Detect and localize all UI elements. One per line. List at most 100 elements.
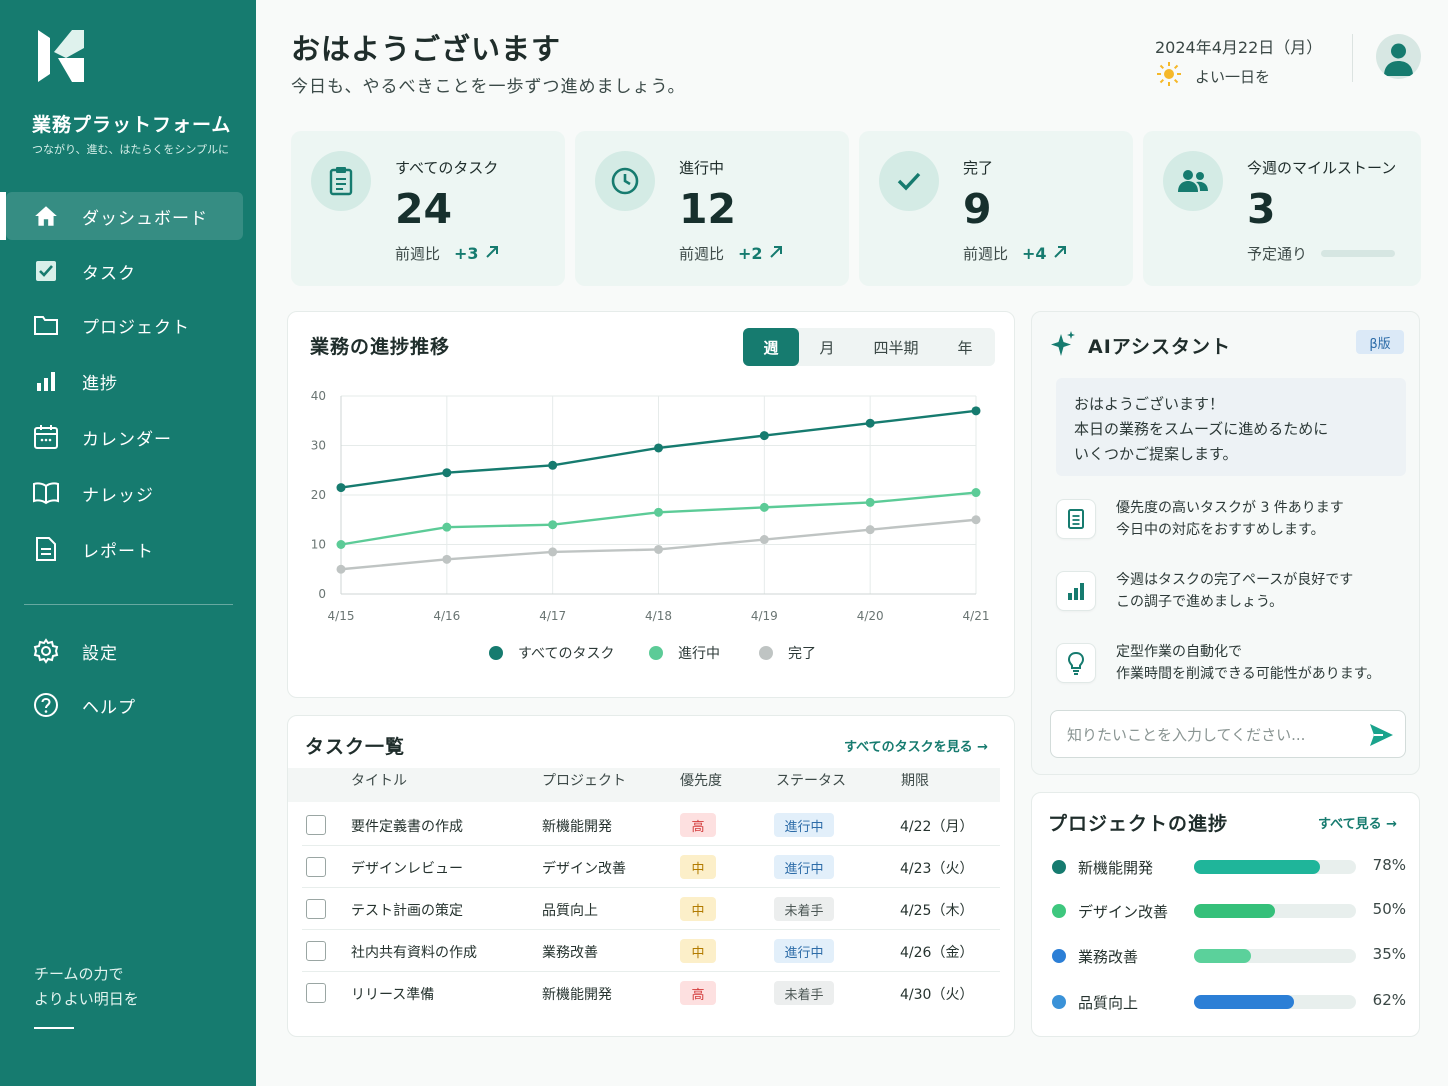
ai-message-line: いくつかご提案します。 [1074,445,1238,463]
task-due: 4/23（火） [900,861,974,877]
ai-tip[interactable]: 定型作業の自動化で 作業時間を削減できる可能性があります。 [1056,641,1380,685]
sidebar-item-settings[interactable]: 設定 [0,627,256,675]
progress-chart-card: 業務の進捗推移 週 月 四半期 年 0 10 20 30 40 4/15 4/16 4/17 4… [287,311,1015,698]
task-due: 4/25（木） [900,903,974,919]
data-point [654,443,663,453]
period-year-button[interactable]: 年 [937,328,993,366]
weather: よい一日を [1155,60,1270,92]
task-checkbox[interactable] [306,899,326,919]
book-icon [32,479,60,507]
task-checkbox[interactable] [306,815,326,835]
weather-text: よい一日を [1195,67,1271,86]
sidebar-divider [24,604,233,605]
table-row[interactable]: 社内共有資料の作成 業務改善 中 進行中 4/26（金） [302,930,1000,972]
view-all-projects-link[interactable]: すべて見る → [1318,813,1397,832]
data-point [971,406,981,416]
priority-badge: 中 [680,897,716,921]
legend-label: すべてのタスク [518,646,614,662]
stat-card-completed: 完了 9 前週比 +4 [859,131,1133,286]
document-icon [1056,499,1096,539]
sidebar-item-projects[interactable]: プロジェクト [0,301,256,349]
task-checkbox[interactable] [306,857,326,877]
gear-icon [32,637,60,665]
column-header-status: ステータス [776,773,846,789]
project-name: 品質向上 [1078,994,1139,1012]
stat-value: 12 [679,185,737,233]
task-project: 業務改善 [542,945,598,961]
project-progress-track [1194,995,1356,1009]
priority-badge: 中 [680,855,716,879]
ai-message-bubble: おはようございます！ 本日の業務をスムーズに進めるために いくつかご提案します。 [1056,378,1406,476]
ai-tip[interactable]: 優先度の高いタスクが 3 件あります 今日中の対応をおすすめします。 [1056,497,1344,541]
sidebar-item-dashboard[interactable]: ダッシュボード [6,192,243,240]
project-progress-fill [1194,995,1295,1009]
table-row[interactable]: デザインレビュー デザイン改善 中 進行中 4/23（火） [302,846,1000,888]
legend-dot [649,646,663,660]
project-progress-title: プロジェクトの進捗 [1048,813,1229,835]
ai-input-placeholder: 知りたいことを入力してください... [1067,725,1306,744]
stat-compare: 前週比 +4 [963,243,1067,264]
task-title: デザインレビュー [351,861,463,877]
stat-label: 進行中 [679,159,725,177]
project-name: デザイン改善 [1078,903,1169,921]
x-tick-label: 4/19 [751,609,778,623]
sidebar-item-label: 進捗 [82,373,118,394]
sidebar-item-tasks[interactable]: タスク [0,247,256,295]
ai-message-line: 本日の業務をスムーズに進めるために [1074,420,1329,438]
status-badge: 進行中 [774,813,834,837]
footer-underline [34,1027,74,1029]
column-header-due: 期限 [901,773,929,789]
ai-tip[interactable]: 今週はタスクの完了ペースが良好です この調子で進めましょう。 [1056,569,1353,613]
project-dot [1052,860,1066,874]
line-chart: 0 10 20 30 40 4/15 4/16 4/17 4/18 4/19 4/20 4/21 すべて… [311,389,990,662]
ai-question-input[interactable]: 知りたいことを入力してください... [1050,710,1406,758]
stat-label: 今週のマイルストーン [1247,159,1397,177]
sidebar-item-report[interactable]: レポート [0,525,256,573]
ai-tip-line: 作業時間を削減できる可能性があります。 [1116,666,1381,682]
stat-delta: +4 [1022,244,1047,263]
period-week-button[interactable]: 週 [743,328,799,366]
project-percent: 50% [1372,900,1406,918]
period-quarter-button[interactable]: 四半期 [855,328,937,366]
data-point [971,515,981,525]
data-point [442,522,452,532]
priority-badge: 高 [680,981,716,1005]
project-progress-track [1194,904,1356,918]
compare-label: 前週比 [395,245,441,263]
project-percent: 35% [1372,945,1406,963]
project-percent: 62% [1372,991,1406,1009]
project-name: 業務改善 [1078,948,1139,966]
x-tick-label: 4/17 [539,609,566,623]
data-point [548,460,558,470]
table-row[interactable]: リリース準備 新機能開発 高 未着手 4/30（火） [302,972,1000,1014]
data-point [548,520,558,530]
table-row[interactable]: テスト計画の策定 品質向上 中 未着手 4/25（木） [302,888,1000,930]
project-progress-track [1194,949,1356,963]
status-badge: 未着手 [774,897,834,921]
project-progress-fill [1194,904,1275,918]
table-row[interactable]: 要件定義書の作成 新機能開発 高 進行中 4/22（月） [302,804,1000,846]
view-all-tasks-link[interactable]: すべてのタスクを見る → [844,736,988,755]
folder-icon [32,311,60,339]
task-project: デザイン改善 [542,861,626,877]
project-row[interactable]: 品質向上 62% [1050,990,1410,1014]
task-due: 4/22（月） [900,819,974,835]
send-icon[interactable] [1367,721,1395,753]
x-tick-label: 4/18 [645,609,672,623]
sidebar-item-knowledge[interactable]: ナレッジ [0,469,256,517]
avatar[interactable] [1376,34,1421,79]
sidebar-item-calendar[interactable]: カレンダー [0,413,256,461]
project-row[interactable]: デザイン改善 50% [1050,899,1410,923]
sidebar-item-help[interactable]: ヘルプ [0,681,256,729]
compare-label: 前週比 [963,245,1009,263]
data-point [971,488,981,498]
sidebar-item-progress[interactable]: 進捗 [0,357,256,405]
task-checkbox[interactable] [306,941,326,961]
project-row[interactable]: 業務改善 35% [1050,944,1410,968]
y-tick-label: 40 [311,389,326,403]
y-tick-label: 10 [311,538,326,552]
project-row[interactable]: 新機能開発 78% [1050,855,1410,879]
task-checkbox[interactable] [306,983,326,1003]
period-month-button[interactable]: 月 [799,328,855,366]
stat-value: 9 [963,185,992,233]
